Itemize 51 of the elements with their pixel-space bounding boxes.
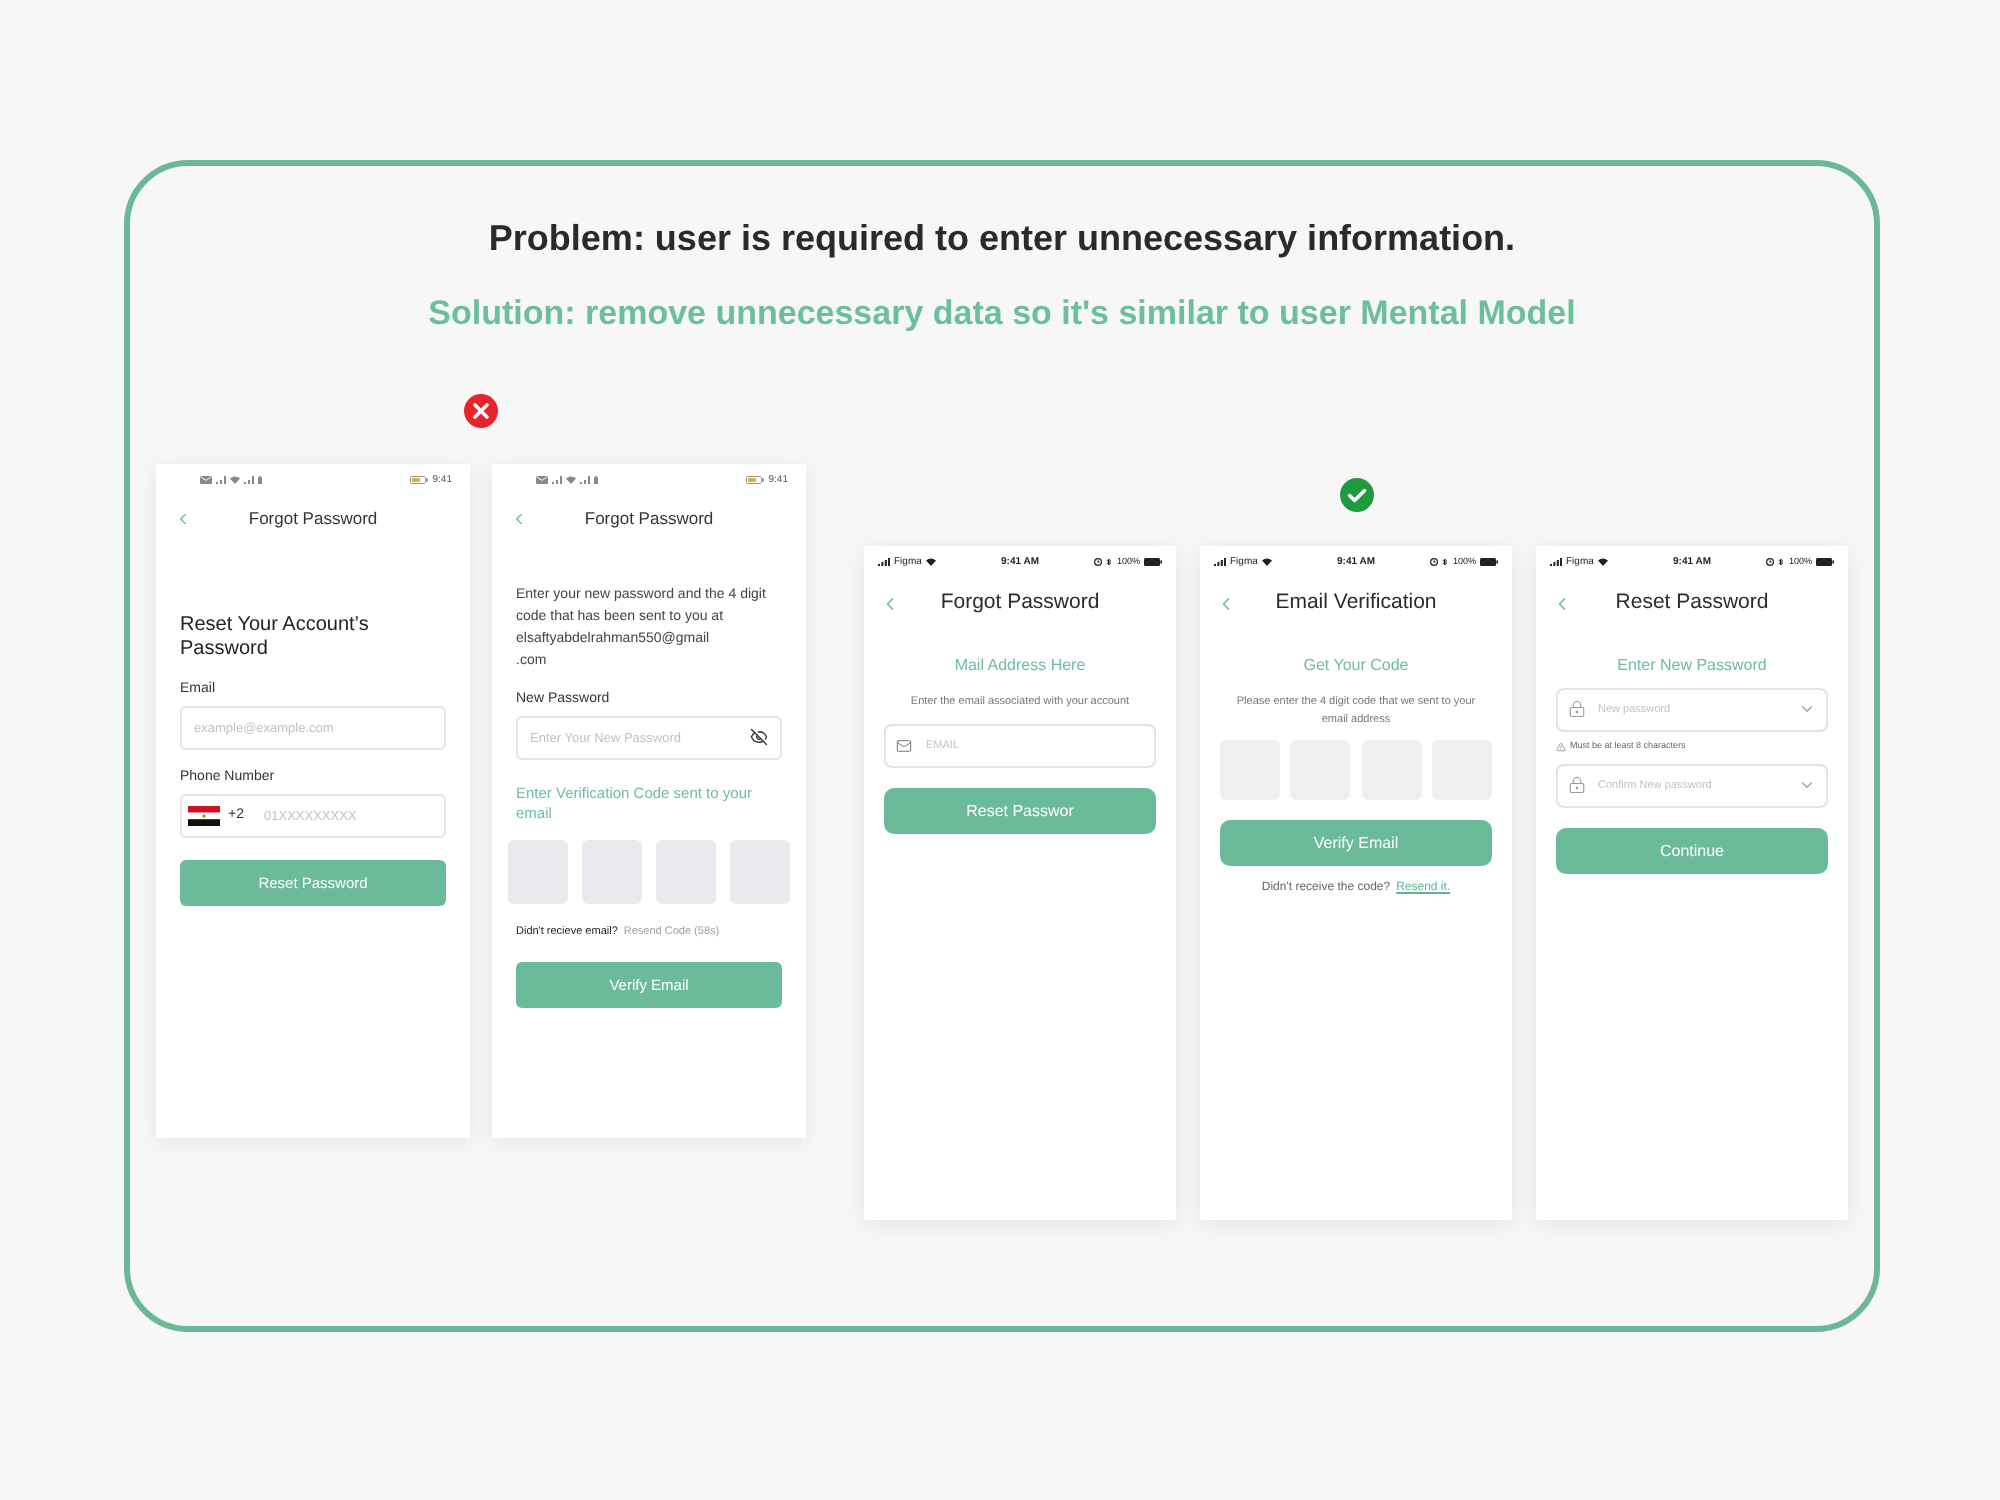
- screen-subtitle: Enter New Password: [1615, 656, 1769, 676]
- message-icon: [200, 476, 212, 484]
- check-icon: [1339, 478, 1373, 512]
- signal-icon: [216, 476, 226, 484]
- battery-icon: [1480, 558, 1498, 566]
- bluetooth-icon: [1442, 558, 1449, 566]
- lock-icon: [1568, 776, 1586, 794]
- problem-heading: Problem: user is required to enter unnecessary information.: [488, 216, 1516, 262]
- clock-icon: [1766, 558, 1775, 566]
- message-icon: [536, 476, 548, 484]
- bluetooth-icon: [1106, 558, 1113, 566]
- chevron-down-icon[interactable]: [1798, 776, 1816, 794]
- cross-icon: [464, 394, 498, 428]
- battery-icon: [1816, 558, 1834, 566]
- hide-password-icon[interactable]: [750, 728, 768, 746]
- signal-icon: [580, 476, 590, 484]
- screen-title: Forgot Password: [246, 505, 380, 531]
- screen-subtitle: Get Your Code: [1301, 656, 1411, 676]
- screen-title: Reset Password: [1613, 588, 1771, 619]
- wifi-icon: [230, 476, 240, 484]
- screen-title: Forgot Password: [582, 505, 716, 531]
- battery-icon: [410, 476, 429, 484]
- mail-icon: [896, 738, 912, 754]
- lock-icon: [1568, 700, 1586, 718]
- signal-icon: [1214, 558, 1226, 566]
- wifi-icon: [1261, 558, 1272, 566]
- signal-icon: [552, 476, 562, 484]
- clock-icon: [1094, 558, 1103, 566]
- clock-icon: [1430, 558, 1439, 566]
- back-icon[interactable]: [174, 509, 192, 527]
- wifi-icon: [925, 558, 936, 566]
- primary-button[interactable]: Continue: [1556, 828, 1828, 874]
- solution-heading: Solution: remove unnecessary data so it's similar to user Mental Model: [428, 292, 1576, 336]
- signal-icon: [244, 476, 254, 484]
- signal-icon: [878, 558, 890, 566]
- signal-icon: [1550, 558, 1562, 566]
- bluetooth-icon: [1778, 558, 1785, 566]
- screen-heading: Reset Your Account’s Password: [180, 614, 371, 662]
- battery-icon: [1144, 558, 1162, 566]
- wifi-icon: [1597, 558, 1608, 566]
- primary-button[interactable]: Verify Email: [1220, 820, 1492, 866]
- screen-title: Email Verification: [1273, 588, 1439, 619]
- warning-icon: [1556, 741, 1566, 751]
- flag-icon: [188, 806, 220, 826]
- wifi-icon: [566, 476, 576, 484]
- screen-subtitle: Mail Address Here: [952, 656, 1088, 676]
- chevron-down-icon[interactable]: [1798, 700, 1816, 718]
- back-icon[interactable]: [510, 509, 528, 527]
- screen-title: Forgot Password: [938, 588, 1102, 619]
- battery-icon: [746, 476, 765, 484]
- primary-button[interactable]: Reset Passwor: [884, 788, 1156, 834]
